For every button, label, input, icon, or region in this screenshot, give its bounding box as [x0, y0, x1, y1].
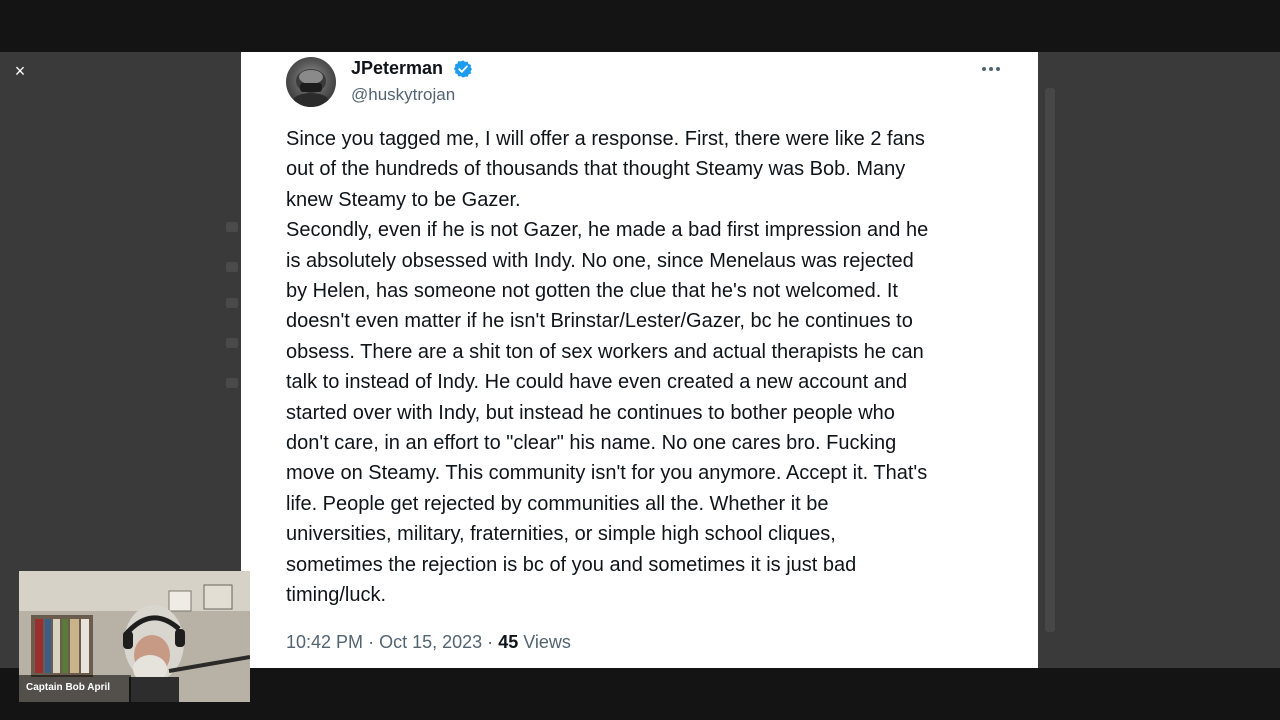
background-icon — [226, 378, 238, 388]
tweet-text-line: timing/luck. — [286, 584, 387, 607]
top-bar — [0, 0, 1280, 52]
author-display-name[interactable]: JPeterman — [351, 58, 443, 79]
tweet-text-line: out of the hundreds of thousands that th… — [286, 158, 906, 181]
tweet-text-line: knew Steamy to be Gazer. — [286, 188, 521, 211]
webcam-overlay: Captain Bob April — [19, 571, 250, 702]
tweet-text-line: Secondly, even if he is not Gazer, he ma… — [286, 219, 929, 242]
tweet-date[interactable]: Oct 15, 2023 — [379, 632, 482, 652]
tweet-text-line: is absolutely obsessed with Indy. No one… — [286, 249, 914, 272]
views-label: Views — [523, 632, 571, 652]
tweet-text-line: talk to instead of Indy. He could have e… — [286, 371, 908, 394]
tweet-text-line: doesn't even matter if he isn't Brinstar… — [286, 310, 913, 333]
verified-badge-icon — [453, 60, 473, 78]
tweet-text-line: sometimes the rejection is bc of you and… — [286, 553, 857, 576]
tweet-text: Since you tagged me, I will offer a resp… — [286, 124, 1006, 611]
meta-separator: · — [487, 632, 494, 652]
tweet-text-line: obsess. There are a shit ton of sex work… — [286, 340, 924, 363]
background-icon — [226, 262, 238, 272]
close-icon[interactable]: × — [11, 61, 29, 81]
tweet-text-line: by Helen, has someone not gotten the clu… — [286, 280, 898, 303]
tweet-text-line: life. People get rejected by communities… — [286, 492, 829, 515]
scrollbar[interactable] — [1045, 88, 1055, 632]
webcam-name-label: Captain Bob April — [26, 682, 111, 693]
tweet-text-line: don't care, in an effort to "clear" his … — [286, 432, 897, 455]
background-icon — [226, 298, 238, 308]
tweet-text-line: move on Steamy. This community isn't for… — [286, 462, 928, 485]
meta-separator: · — [368, 632, 375, 652]
avatar-image — [293, 69, 329, 107]
avatar[interactable] — [286, 57, 336, 107]
tweet-text-line: Since you tagged me, I will offer a resp… — [286, 128, 925, 150]
tweet-meta: 10:42 PM · Oct 15, 2023 · 45 Views — [286, 632, 571, 653]
tweet-text-line: started over with Indy, but instead he c… — [286, 401, 895, 424]
tweet-card: JPeterman @huskytrojan Since you tagged … — [241, 52, 1038, 668]
views-count[interactable]: 45 — [498, 632, 518, 652]
background-icon — [226, 338, 238, 348]
more-horizontal-icon[interactable] — [979, 60, 1003, 78]
background-icon — [226, 222, 238, 232]
author-handle[interactable]: @huskytrojan — [351, 85, 455, 105]
tweet-text-line: universities, military, fraternities, or… — [286, 523, 836, 546]
tweet-time[interactable]: 10:42 PM — [286, 632, 363, 652]
